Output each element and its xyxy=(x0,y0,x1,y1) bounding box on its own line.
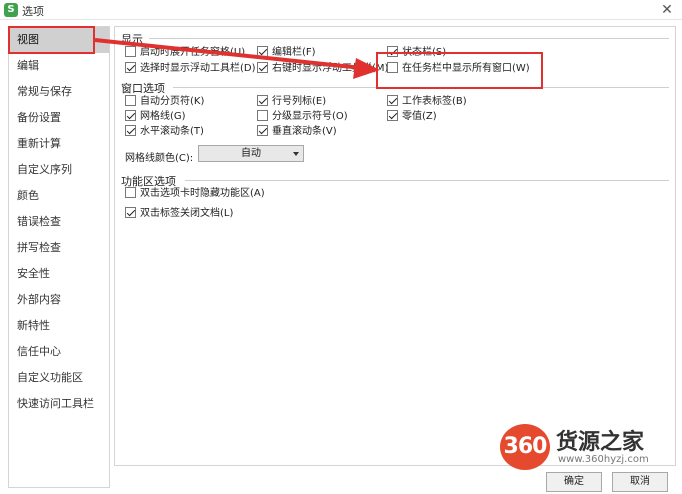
sidebar-item-spell-check[interactable]: 拼写检查 xyxy=(9,235,109,261)
checkbox-label: 在任务栏中显示所有窗口(W) xyxy=(402,63,530,74)
app-logo-icon: S xyxy=(4,3,18,17)
checkbox-label: 垂直滚动条(V) xyxy=(272,126,337,137)
close-icon[interactable]: ✕ xyxy=(658,1,676,19)
sidebar-item-quick-access[interactable]: 快速访问工具栏 xyxy=(9,391,109,417)
checkbox-sheet-tabs[interactable]: 工作表标签(B) xyxy=(387,95,467,109)
watermark-logo-icon: 360 xyxy=(500,424,550,470)
checkbox-box[interactable] xyxy=(257,95,268,106)
checkbox-box[interactable] xyxy=(387,95,398,106)
checkbox-label: 自动分页符(K) xyxy=(140,96,205,107)
checkbox-label: 编辑栏(F) xyxy=(272,47,316,58)
checkbox-label: 网格线(G) xyxy=(140,111,186,122)
checkbox-label: 双击标签关闭文档(L) xyxy=(140,208,234,219)
checkbox-box[interactable] xyxy=(125,110,136,121)
gridline-color-label: 网格线颜色(C): xyxy=(125,153,194,164)
section-divider xyxy=(173,87,669,88)
watermark-url: www.360hyzj.com xyxy=(558,454,649,465)
checkbox-box[interactable] xyxy=(387,46,398,57)
gridline-color-select[interactable]: 自动 xyxy=(198,145,304,162)
watermark: 360 货源之家 www.360hyzj.com xyxy=(500,424,682,474)
checkbox-hscroll[interactable]: 水平滚动条(T) xyxy=(125,125,204,139)
checkbox-zero-values[interactable]: 零值(Z) xyxy=(387,110,437,124)
section-divider xyxy=(149,38,669,39)
options-panel: 显示 启动时展开任务窗格(U) 编辑栏(F) 状态栏(S) 选择时显示浮动工具栏… xyxy=(114,26,676,466)
sidebar-item-colors[interactable]: 颜色 xyxy=(9,183,109,209)
checkbox-box[interactable] xyxy=(125,46,136,57)
checkbox-box[interactable] xyxy=(387,62,398,73)
checkbox-box[interactable] xyxy=(125,95,136,106)
checkbox-vscroll[interactable]: 垂直滚动条(V) xyxy=(257,125,337,139)
checkbox-box[interactable] xyxy=(257,62,268,73)
sidebar-item-error-check[interactable]: 错误检查 xyxy=(9,209,109,235)
checkbox-box[interactable] xyxy=(125,125,136,136)
checkbox-gridlines[interactable]: 网格线(G) xyxy=(125,110,186,124)
gridline-color-value: 自动 xyxy=(241,148,261,159)
window-title: 选项 xyxy=(22,5,44,18)
watermark-brand: 货源之家 xyxy=(556,430,645,455)
checkbox-label: 右键时显示浮动工具栏(M) xyxy=(272,63,389,74)
title-bar: S 选项 ✕ xyxy=(0,0,682,20)
checkbox-label: 选择时显示浮动工具栏(D) xyxy=(140,63,256,74)
checkbox-formula-bar[interactable]: 编辑栏(F) xyxy=(257,46,316,60)
checkbox-label: 水平滚动条(T) xyxy=(140,126,204,137)
checkbox-label: 状态栏(S) xyxy=(402,47,447,58)
checkbox-dblclick-close-doc[interactable]: 双击标签关闭文档(L) xyxy=(125,207,233,221)
checkbox-label: 零值(Z) xyxy=(402,111,437,122)
chevron-down-icon xyxy=(293,152,299,156)
checkbox-box[interactable] xyxy=(125,187,136,198)
sidebar-item-customize-ribbon[interactable]: 自定义功能区 xyxy=(9,365,109,391)
checkbox-page-breaks[interactable]: 自动分页符(K) xyxy=(125,95,204,109)
checkbox-label: 工作表标签(B) xyxy=(402,96,467,107)
sidebar-item-security[interactable]: 安全性 xyxy=(9,261,109,287)
checkbox-taskbar-windows[interactable]: 在任务栏中显示所有窗口(W) xyxy=(387,62,530,76)
checkbox-label: 启动时展开任务窗格(U) xyxy=(140,47,246,58)
sidebar-item-edit[interactable]: 编辑 xyxy=(9,53,109,79)
section-divider xyxy=(185,180,669,181)
sidebar-item-recalculate[interactable]: 重新计算 xyxy=(9,131,109,157)
checkbox-box[interactable] xyxy=(387,110,398,121)
checkbox-status-bar[interactable]: 状态栏(S) xyxy=(387,46,446,60)
checkbox-label: 分级显示符号(O) xyxy=(272,111,348,122)
section-title-display: 显示 xyxy=(121,33,143,46)
checkbox-box[interactable] xyxy=(257,125,268,136)
checkbox-row-col-headers[interactable]: 行号列标(E) xyxy=(257,95,326,109)
checkbox-outline-symbols[interactable]: 分级显示符号(O) xyxy=(257,110,348,124)
checkbox-box[interactable] xyxy=(125,207,136,218)
sidebar-item-new-features[interactable]: 新特性 xyxy=(9,313,109,339)
checkbox-box[interactable] xyxy=(257,46,268,57)
sidebar-item-general-save[interactable]: 常规与保存 xyxy=(9,79,109,105)
ok-button[interactable]: 确定 xyxy=(546,472,602,492)
sidebar-item-view[interactable]: 视图 xyxy=(9,27,109,53)
sidebar-item-backup[interactable]: 备份设置 xyxy=(9,105,109,131)
checkbox-box[interactable] xyxy=(257,110,268,121)
sidebar-item-trust-center[interactable]: 信任中心 xyxy=(9,339,109,365)
checkbox-startup-taskpane[interactable]: 启动时展开任务窗格(U) xyxy=(125,46,245,60)
checkbox-rightclick-toolbar[interactable]: 右键时显示浮动工具栏(M) xyxy=(257,62,388,76)
checkbox-label: 双击选项卡时隐藏功能区(A) xyxy=(140,188,265,199)
checkbox-label: 行号列标(E) xyxy=(272,96,327,107)
checkbox-box[interactable] xyxy=(125,62,136,73)
checkbox-float-toolbar[interactable]: 选择时显示浮动工具栏(D) xyxy=(125,62,256,76)
cancel-button[interactable]: 取消 xyxy=(612,472,668,492)
sidebar-item-custom-lists[interactable]: 自定义序列 xyxy=(9,157,109,183)
checkbox-dblclick-hide-ribbon[interactable]: 双击选项卡时隐藏功能区(A) xyxy=(125,187,265,201)
sidebar-item-external-content[interactable]: 外部内容 xyxy=(9,287,109,313)
section-title-window-options: 窗口选项 xyxy=(121,82,165,95)
sidebar-nav: 视图 编辑 常规与保存 备份设置 重新计算 自定义序列 颜色 错误检查 拼写检查… xyxy=(8,26,110,488)
